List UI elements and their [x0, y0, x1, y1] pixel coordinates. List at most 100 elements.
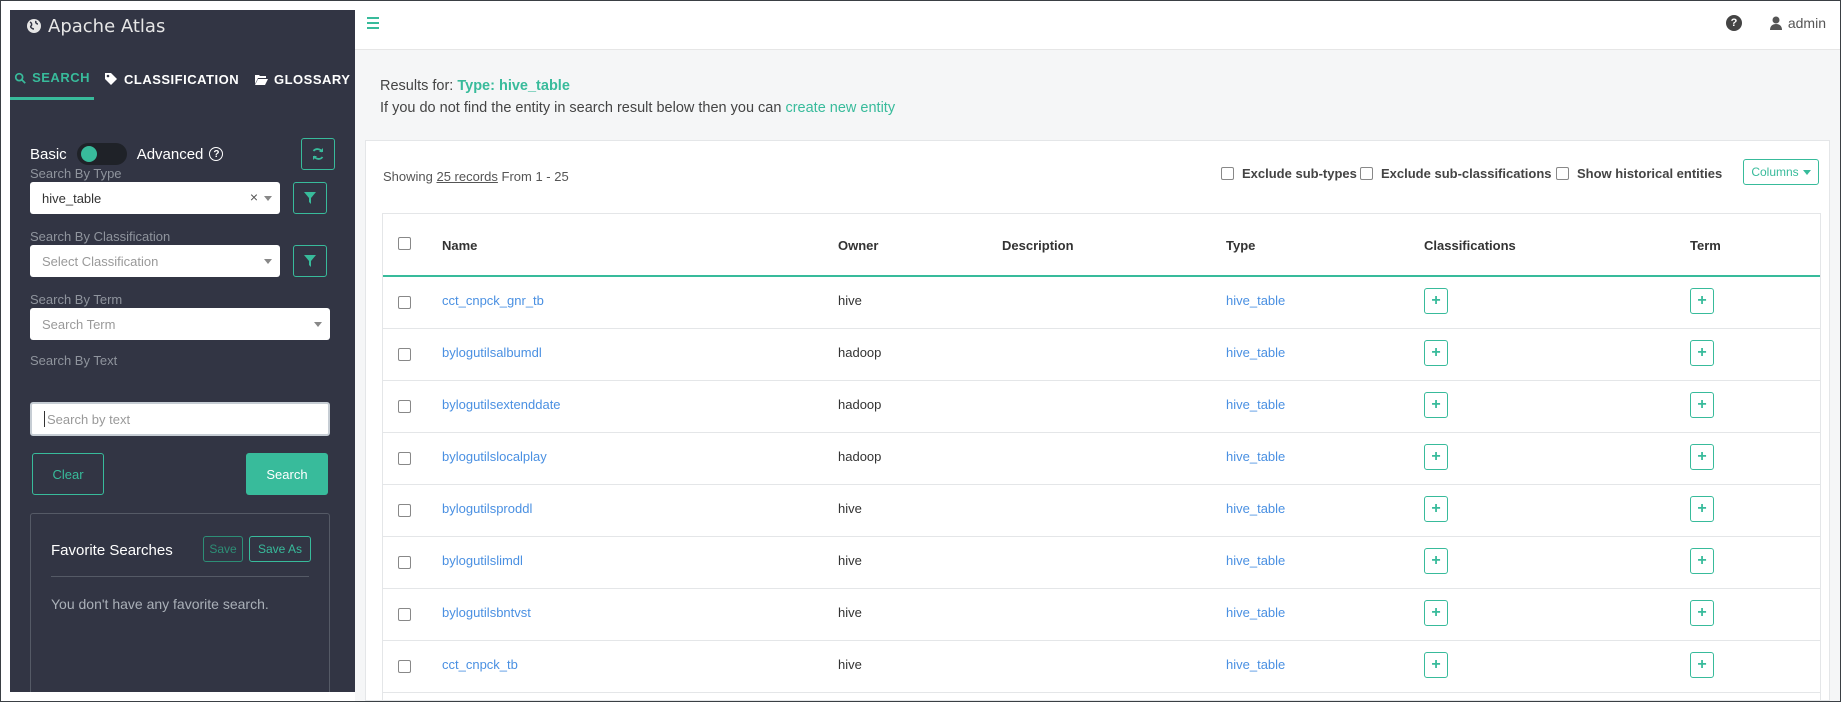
- search-text-input[interactable]: Search by text: [30, 402, 330, 436]
- save-button[interactable]: Save: [203, 536, 243, 562]
- search-button[interactable]: Search: [246, 453, 328, 495]
- entity-name-link[interactable]: bylogutilsalbumdl: [442, 345, 542, 360]
- add-classification-button[interactable]: +: [1424, 496, 1448, 522]
- entity-name-link[interactable]: cct_cnpck_gnr_tb: [442, 293, 544, 308]
- add-term-button[interactable]: +: [1690, 444, 1714, 470]
- sidebar-tabs: SEARCH CLASSIFICATION GLOSSARY: [10, 58, 355, 100]
- search-by-type-label: Search By Type: [30, 166, 122, 181]
- entity-name-link[interactable]: bylogutilsproddl: [442, 501, 532, 516]
- chevron-down-icon: [264, 196, 272, 201]
- type-link[interactable]: hive_table: [1226, 293, 1285, 308]
- sidebar: Apache Atlas SEARCH CLASSIFICATION GLOSS…: [10, 10, 355, 692]
- add-term-button[interactable]: +: [1690, 340, 1714, 366]
- row-checkbox[interactable]: [398, 504, 411, 517]
- type-link[interactable]: hive_table: [1226, 397, 1285, 412]
- add-classification-button[interactable]: +: [1424, 288, 1448, 314]
- table-row: bylogutilsproddl hive hive_table + +: [383, 485, 1820, 537]
- entity-name-link[interactable]: bylogutilsextenddate: [442, 397, 561, 412]
- exclude-subtypes-option[interactable]: Exclude sub-types: [1221, 166, 1357, 181]
- type-link[interactable]: hive_table: [1226, 605, 1285, 620]
- brand[interactable]: Apache Atlas: [10, 10, 355, 38]
- add-term-button[interactable]: +: [1690, 600, 1714, 626]
- row-checkbox[interactable]: [398, 400, 411, 413]
- add-term-button[interactable]: +: [1690, 496, 1714, 522]
- create-new-entity-link[interactable]: create new entity: [785, 100, 895, 116]
- type-link[interactable]: hive_table: [1226, 553, 1285, 568]
- row-checkbox[interactable]: [398, 296, 411, 309]
- classification-filter-button[interactable]: [293, 245, 327, 277]
- columns-button[interactable]: Columns: [1743, 159, 1819, 185]
- show-historical-option[interactable]: Show historical entities: [1556, 166, 1722, 181]
- term-placeholder: Search Term: [42, 316, 116, 332]
- results-table: Name Owner Description Type Classificati…: [382, 213, 1821, 700]
- add-classification-button[interactable]: +: [1424, 600, 1448, 626]
- table-row: cct_cnpck_gnr_tb hive hive_table + +: [383, 277, 1820, 329]
- add-classification-button[interactable]: +: [1424, 652, 1448, 678]
- owner-cell: hadoop: [838, 397, 882, 412]
- results-heading: Results for: Type: hive_table: [380, 78, 570, 94]
- refresh-icon: [312, 148, 324, 160]
- column-header-term[interactable]: Term: [1690, 238, 1721, 253]
- column-header-owner[interactable]: Owner: [838, 238, 878, 253]
- type-filter-button[interactable]: [293, 182, 327, 214]
- clear-button[interactable]: Clear: [32, 453, 104, 495]
- add-term-button[interactable]: +: [1690, 288, 1714, 314]
- help-icon[interactable]: ?: [1726, 15, 1742, 31]
- row-checkbox[interactable]: [398, 556, 411, 569]
- text-cursor: [44, 411, 45, 427]
- add-term-button[interactable]: +: [1690, 392, 1714, 418]
- exclude-subclassifications-option[interactable]: Exclude sub-classifications: [1360, 166, 1552, 181]
- entity-name-link[interactable]: cct_cnpck_tb: [442, 657, 518, 672]
- row-checkbox[interactable]: [398, 608, 411, 621]
- type-link[interactable]: hive_table: [1226, 657, 1285, 672]
- column-header-description[interactable]: Description: [1002, 238, 1074, 253]
- show-historical-checkbox[interactable]: [1556, 167, 1569, 180]
- search-by-text-label: Search By Text: [30, 353, 118, 368]
- switch-knob: [80, 146, 97, 162]
- tab-classification[interactable]: CLASSIFICATION: [100, 58, 243, 100]
- tab-glossary[interactable]: GLOSSARY: [250, 58, 354, 100]
- owner-cell: hive: [838, 657, 862, 672]
- table-row: bylogutilsbntvst hive hive_table + +: [383, 589, 1820, 641]
- showing-suffix: From 1 - 25: [497, 169, 569, 184]
- add-term-button[interactable]: +: [1690, 548, 1714, 574]
- classification-select[interactable]: Select Classification: [30, 245, 280, 277]
- exclude-subclassifications-checkbox[interactable]: [1360, 167, 1373, 180]
- type-select[interactable]: hive_table ×: [30, 182, 280, 214]
- username: admin: [1787, 15, 1826, 31]
- exclude-subtypes-checkbox[interactable]: [1221, 167, 1234, 180]
- row-checkbox[interactable]: [398, 348, 411, 361]
- select-all-checkbox[interactable]: [398, 237, 411, 250]
- type-link[interactable]: hive_table: [1226, 345, 1285, 360]
- entity-name-link[interactable]: bylogutilslocalplay: [442, 449, 547, 464]
- clear-type-icon[interactable]: ×: [250, 189, 258, 205]
- add-classification-button[interactable]: +: [1424, 392, 1448, 418]
- entity-name-link[interactable]: bylogutilsbntvst: [442, 605, 531, 620]
- add-term-button[interactable]: +: [1690, 652, 1714, 678]
- save-as-button[interactable]: Save As: [249, 536, 311, 562]
- records-count-link[interactable]: 25 records: [436, 169, 497, 184]
- owner-cell: hive: [838, 605, 862, 620]
- columns-label: Columns: [1751, 165, 1799, 179]
- row-checkbox[interactable]: [398, 660, 411, 673]
- add-classification-button[interactable]: +: [1424, 444, 1448, 470]
- question-circle-icon[interactable]: ?: [209, 147, 224, 161]
- entity-name-link[interactable]: bylogutilslimdl: [442, 553, 523, 568]
- owner-cell: hive: [838, 553, 862, 568]
- hamburger-menu-icon[interactable]: [367, 17, 381, 29]
- add-classification-button[interactable]: +: [1424, 548, 1448, 574]
- user-menu[interactable]: admin: [1769, 15, 1826, 31]
- row-checkbox[interactable]: [398, 452, 411, 465]
- refresh-button[interactable]: [301, 138, 335, 170]
- tab-search[interactable]: SEARCH: [10, 58, 94, 100]
- term-select[interactable]: Search Term: [30, 308, 330, 340]
- column-header-name[interactable]: Name: [442, 238, 477, 253]
- search-mode-switch[interactable]: [76, 143, 127, 165]
- column-header-type[interactable]: Type: [1226, 238, 1255, 253]
- type-link[interactable]: hive_table: [1226, 449, 1285, 464]
- filter-icon: [304, 192, 316, 204]
- add-classification-button[interactable]: +: [1424, 340, 1448, 366]
- type-link[interactable]: hive_table: [1226, 501, 1285, 516]
- column-header-classifications[interactable]: Classifications: [1424, 238, 1516, 253]
- caret-down-icon: [1802, 169, 1811, 175]
